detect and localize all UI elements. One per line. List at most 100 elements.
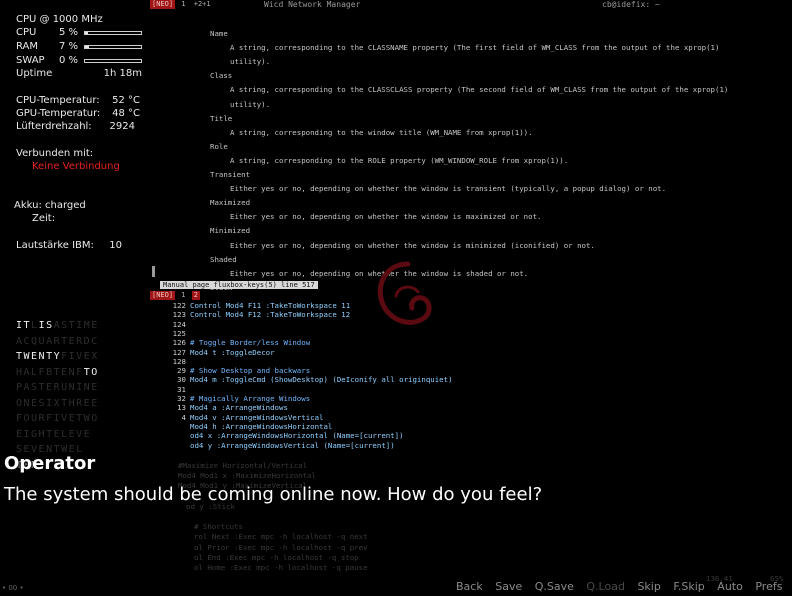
tab-active-bottom[interactable]: [NEO] <box>150 291 176 300</box>
config-comment: # Toggle Border/less Window <box>190 338 311 348</box>
auto-button[interactable]: Auto <box>717 580 743 593</box>
line-number: 127 <box>172 347 186 357</box>
battery-time-label: Zeit: <box>32 213 56 224</box>
line-number: 123 <box>172 310 186 320</box>
gpu-temperature-label: GPU-Temperatur: <box>16 108 101 119</box>
line-number: 126 <box>172 338 186 348</box>
line-number: 31 <box>177 384 186 394</box>
preferences-button[interactable]: Prefs <box>755 580 782 593</box>
line-number: 128 <box>172 356 186 366</box>
word-clock-dim-letters: PASTERUNINE <box>16 382 99 393</box>
config-line: 4 Mod4 v :ArrangeWindowsVertical <box>162 413 324 422</box>
word-clock-row: PASTERUNINE <box>16 380 156 396</box>
uptime-value: 1h 18m <box>103 68 142 79</box>
faded-config-line: rol Next :Exec mpc -h localhost -q next <box>194 532 368 542</box>
config-binding: Control Mod4 F11 :TakeToWorkspace 11 <box>190 301 351 310</box>
cpu-temperature-label: CPU-Temperatur: <box>16 95 100 106</box>
config-line: Mod4 h :ArrangeWindowsHorizontal <box>162 422 332 431</box>
game-screen: CPU @ 1000 MHz CPU 5 % RAM 7 % SWAP 0 % … <box>0 0 792 596</box>
word-clock-row: TWENTYFIVEX <box>16 349 156 365</box>
faded-config-line: ol End :Exec mpc -h localhost -q stop <box>194 552 359 562</box>
man-page-field-description: Either yes or no, depending on whether t… <box>230 212 542 222</box>
word-clock: ITLISASTIME ACQUARTERDC TWENTYFIVEX HALFBTE… <box>16 318 156 473</box>
word-clock-row: HALFBTENFTO <box>16 365 156 381</box>
dialogue-text[interactable]: The system should be coming online now. … <box>4 484 542 505</box>
fan-speed-value: 2924 <box>109 121 135 132</box>
word-clock-row: FOURFIVETWO <box>16 411 156 427</box>
config-binding: od4 x :ArrangeWindowsHorizontal (Name=[c… <box>190 431 404 441</box>
tab-2[interactable]: +2+1 <box>192 0 213 9</box>
config-line: 122 Control Mod4 F11 :TakeToWorkspace 11 <box>162 301 351 310</box>
fan-speed-label: Lüfterdrehzahl: <box>16 121 92 132</box>
config-binding: Mod4 v :ArrangeWindowsVertical <box>190 412 324 422</box>
terminal-window: [NEO] 1 +2+1 Wicd Network Manager cb@ide… <box>150 0 792 596</box>
cpu-usage-bar <box>84 31 142 35</box>
speaker-name: Operator <box>4 453 96 474</box>
word-clock-dim-letters: FOURFIVETWO <box>16 413 99 424</box>
quick-menu: Back Save Q.Save Q.Load Skip F.Skip Auto… <box>456 580 791 593</box>
man-status-line: Manual page fluxbox-keys(5) line 517 <box>160 281 318 289</box>
word-clock-dim-letters: FIVEX <box>61 351 99 362</box>
faded-config-line: ol Prior :Exec mpc -h localhost -q prev <box>194 542 368 552</box>
config-line: 32 # Magically Arrange Windows <box>162 394 310 403</box>
window-title: Wicd Network Manager <box>264 0 361 9</box>
tab-1[interactable]: 1 <box>179 0 187 9</box>
battery-status: Akku: charged <box>14 200 86 211</box>
config-binding: od4 y :ArrangeWindowsVertical (Name=[cur… <box>190 440 395 450</box>
ram-usage-bar <box>84 45 142 49</box>
tab-1-bottom[interactable]: 1 <box>179 291 187 300</box>
config-comment: # Show Desktop and backwars <box>190 366 311 376</box>
cpu-frequency: CPU @ 1000 MHz <box>16 14 103 25</box>
connection-status: Keine Verbindung <box>32 161 120 172</box>
ram-value: 7 % <box>58 41 78 52</box>
uptime-label: Uptime <box>16 68 53 79</box>
tab-active[interactable]: [NEO] <box>150 0 176 9</box>
config-line: 127 Mod4 t :ToggleDecor <box>162 348 275 357</box>
word-clock-row: EIGHTELEVE <box>16 427 156 443</box>
config-line: 13 Mod4 a :ArrangeWindows <box>162 403 288 412</box>
terminal-bottom-tabbar: [NEO] 1 2 <box>150 291 792 300</box>
man-page-field-name: Role <box>210 141 228 151</box>
man-page-field-name: Shaded <box>210 254 237 264</box>
word-clock-lit-word: TO <box>83 366 99 378</box>
line-number: 29 <box>177 366 186 376</box>
man-page-field-description: Either yes or no, depending on whether t… <box>230 184 667 194</box>
word-clock-row: ACQUARTERDC <box>16 334 156 350</box>
config-binding: Control Mod4 F12 :TakeToWorkspace 12 <box>190 310 351 320</box>
skip-button[interactable]: Skip <box>637 580 660 593</box>
swap-value: 0 % <box>58 55 78 66</box>
config-line: 124 <box>162 320 190 329</box>
volume-label: Lautstärke IBM: <box>16 240 94 251</box>
man-page-field-description: A string, corresponding to the CLASSNAME… <box>230 43 720 53</box>
line-number: 13 <box>177 403 186 413</box>
tab-2-bottom[interactable]: 2 <box>191 291 200 300</box>
faded-config-line: ol Home :Exec mpc -h localhost -q pause <box>194 563 368 572</box>
config-line: od4 x :ArrangeWindowsHorizontal (Name=[c… <box>162 431 404 440</box>
config-line: 123 Control Mod4 F12 :TakeToWorkspace 12 <box>162 310 351 320</box>
man-page-field-name: Title <box>210 113 233 123</box>
faded-config-line: Mod4 Mod1 x :MaximizeHorizontal <box>178 471 316 481</box>
config-binding: Mod4 h :ArrangeWindowsHorizontal <box>190 421 333 431</box>
back-button[interactable]: Back <box>456 580 483 593</box>
config-line: 126 # Toggle Border/less Window <box>162 338 311 348</box>
config-line: od4 y :ArrangeWindowsVertical (Name=[cur… <box>162 441 395 450</box>
ram-label: RAM <box>16 41 39 52</box>
bottom-left-indicator: • 00 • <box>2 584 24 592</box>
terminal-cursor <box>152 266 155 277</box>
line-number: 4 <box>181 412 186 422</box>
word-clock-row: ITLISASTIME <box>16 318 156 334</box>
swap-label: SWAP <box>16 55 45 66</box>
faded-config-line: # Shortcuts <box>194 522 243 532</box>
man-page-field-name: Name <box>210 29 228 38</box>
man-page-field-description: utility). <box>230 57 271 67</box>
save-button[interactable]: Save <box>495 580 522 593</box>
gpu-temperature-value: 48 °C <box>112 108 140 119</box>
fast-skip-button[interactable]: F.Skip <box>673 580 704 593</box>
line-number: 32 <box>177 394 186 403</box>
line-number: 122 <box>172 301 186 310</box>
man-page-field-description: utility). <box>230 99 271 109</box>
quick-load-button[interactable]: Q.Load <box>586 580 625 593</box>
quick-save-button[interactable]: Q.Save <box>535 580 574 593</box>
man-page-field-description: A string, corresponding to the window ti… <box>230 127 533 137</box>
config-line: 31 <box>162 385 190 394</box>
